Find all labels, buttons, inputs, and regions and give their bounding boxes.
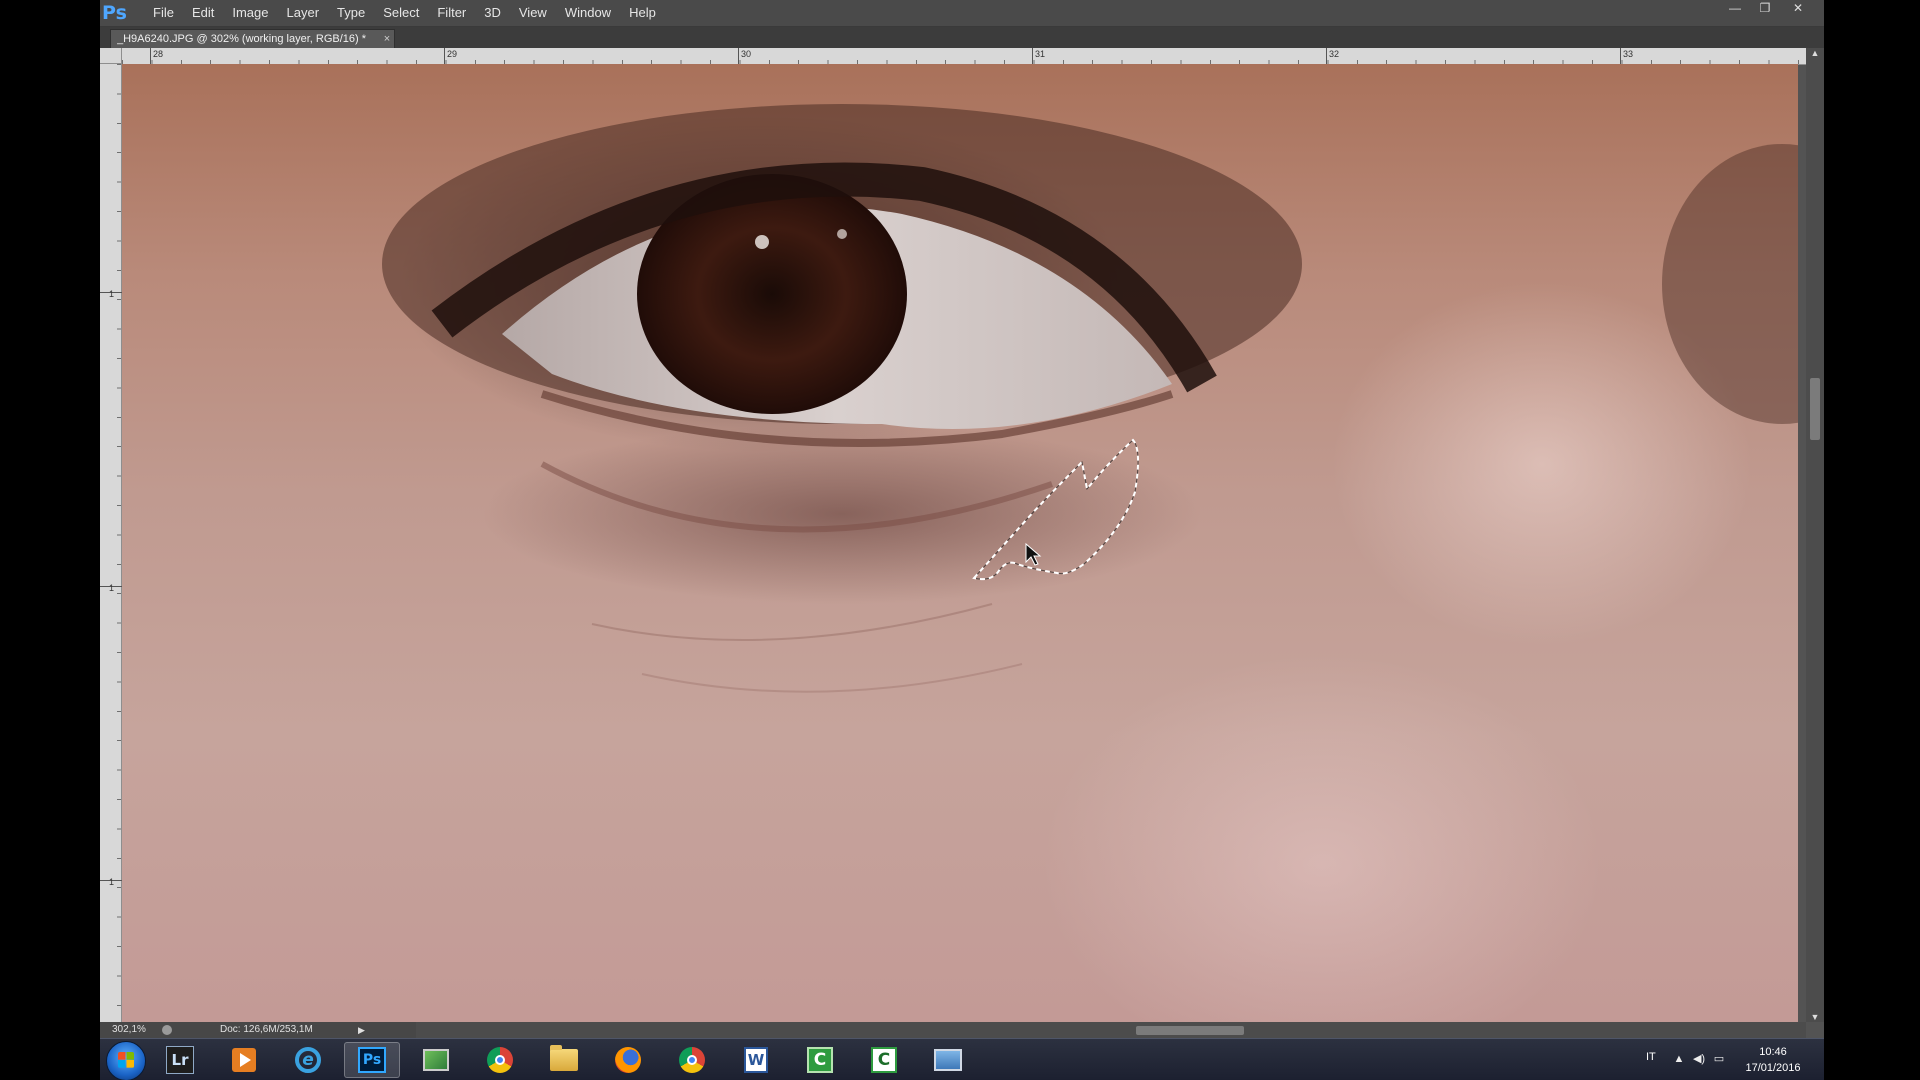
taskbar-media-player[interactable] [216,1042,272,1078]
menu-bar: Ps File Edit Image Layer Type Select Fil… [100,0,1824,27]
ruler-origin[interactable] [100,48,122,64]
ruler-label: 1 [109,289,115,299]
close-button[interactable]: ✕ [1780,0,1816,18]
photo-eye-closeup [382,104,1798,693]
menu-file[interactable]: File [144,0,183,26]
image-canvas[interactable] [122,64,1798,1022]
horizontal-scroll-thumb[interactable] [1136,1026,1244,1035]
start-button[interactable] [106,1041,146,1080]
windows-taskbar: Lr e Ps W C C IT ▲ ◀) ▭ 10:46 17/01/2016 [100,1038,1824,1080]
zoom-level[interactable]: 302,1% [112,1022,146,1038]
scroll-up-icon[interactable]: ▲ [1806,48,1824,58]
taskbar-internet-explorer[interactable]: e [280,1042,336,1078]
top-ruler[interactable]: 28 29 30 31 32 33 [122,48,1806,65]
taskbar-photo-gallery[interactable] [920,1042,976,1078]
taskbar-word[interactable]: W [728,1042,784,1078]
document-tab-bar: _H9A6240.JPG @ 302% (working layer, RGB/… [100,27,1824,48]
photoshop-window: Ps File Edit Image Layer Type Select Fil… [100,0,1824,1080]
taskbar-file-explorer[interactable] [536,1042,592,1078]
vertical-scrollbar[interactable]: ▲ ▼ [1806,48,1824,1022]
horizontal-scrollbar[interactable] [416,1022,1806,1038]
document-tab-title: _H9A6240.JPG @ 302% (working layer, RGB/… [117,33,367,45]
status-info-icon[interactable] [162,1025,172,1035]
menu-select[interactable]: Select [374,0,428,26]
menu-edit[interactable]: Edit [183,0,223,26]
ruler-label: 1 [109,583,115,593]
camtasia-recorder-icon: C [871,1047,897,1073]
camtasia-icon: C [807,1047,833,1073]
system-tray: IT ▲ ◀) ▭ 10:46 17/01/2016 [1624,1039,1824,1080]
ruler-label: 28 [153,49,164,59]
folder-icon [550,1045,578,1071]
internet-explorer-icon: e [295,1047,321,1073]
left-ruler[interactable]: 1 1 1 [100,64,122,1022]
clock-time: 10:46 [1759,1046,1787,1058]
window-controls: — ❐ ✕ [1720,0,1816,18]
chrome-icon [487,1047,513,1073]
ruler-label: 1 [109,877,115,887]
volume-icon[interactable]: ◀) [1692,1052,1706,1066]
ruler-label: 29 [447,49,458,59]
taskbar-firefox[interactable] [600,1042,656,1078]
menu-image[interactable]: Image [223,0,277,26]
taskbar-system-monitor[interactable] [408,1042,464,1078]
scroll-down-icon[interactable]: ▼ [1806,1012,1824,1022]
menu-help[interactable]: Help [620,0,665,26]
photoshop-logo-icon[interactable]: Ps [102,2,130,24]
media-player-icon [232,1048,256,1072]
vertical-scroll-thumb[interactable] [1810,378,1820,440]
minimize-button[interactable]: — [1720,0,1750,18]
restore-button[interactable]: ❐ [1750,0,1780,18]
ruler-label: 31 [1035,49,1046,59]
document-tab[interactable]: _H9A6240.JPG @ 302% (working layer, RGB/… [110,29,395,48]
ruler-label: 30 [741,49,752,59]
taskbar-chrome[interactable] [472,1042,528,1078]
photo-gallery-icon [934,1049,962,1071]
language-indicator[interactable]: IT [1646,1051,1656,1063]
menu-3d[interactable]: 3D [475,0,510,26]
status-bar: 302,1% Doc: 126,6M/253,1M ▶ [100,1022,416,1038]
menu-filter[interactable]: Filter [428,0,475,26]
firefox-icon [615,1047,641,1073]
clock-date: 17/01/2016 [1745,1062,1801,1074]
system-monitor-icon [423,1049,449,1071]
menu-window[interactable]: Window [556,0,620,26]
taskbar-chrome-2[interactable] [664,1042,720,1078]
ruler-label: 32 [1329,49,1340,59]
status-menu-arrow-icon[interactable]: ▶ [358,1022,365,1038]
lightroom-icon: Lr [166,1046,194,1074]
show-hidden-icons-icon[interactable]: ▲ [1672,1052,1686,1066]
taskbar-lightroom[interactable]: Lr [152,1042,208,1078]
taskbar-camtasia[interactable]: C [792,1042,848,1078]
taskbar-camtasia-recorder[interactable]: C [856,1042,912,1078]
menu-view[interactable]: View [510,0,556,26]
word-icon: W [744,1047,768,1073]
network-icon[interactable]: ▭ [1712,1052,1726,1066]
menu-layer[interactable]: Layer [278,0,329,26]
doc-size-readout: Doc: 126,6M/253,1M [220,1024,313,1035]
menu-type[interactable]: Type [328,0,374,26]
photoshop-icon: Ps [358,1047,386,1073]
ruler-label: 33 [1623,49,1634,59]
taskbar-photoshop[interactable]: Ps [344,1042,400,1078]
clock[interactable]: 10:46 17/01/2016 [1736,1044,1810,1076]
chrome-icon [679,1047,705,1073]
windows-logo-icon [118,1052,134,1068]
tab-close-icon[interactable]: × [380,30,394,48]
